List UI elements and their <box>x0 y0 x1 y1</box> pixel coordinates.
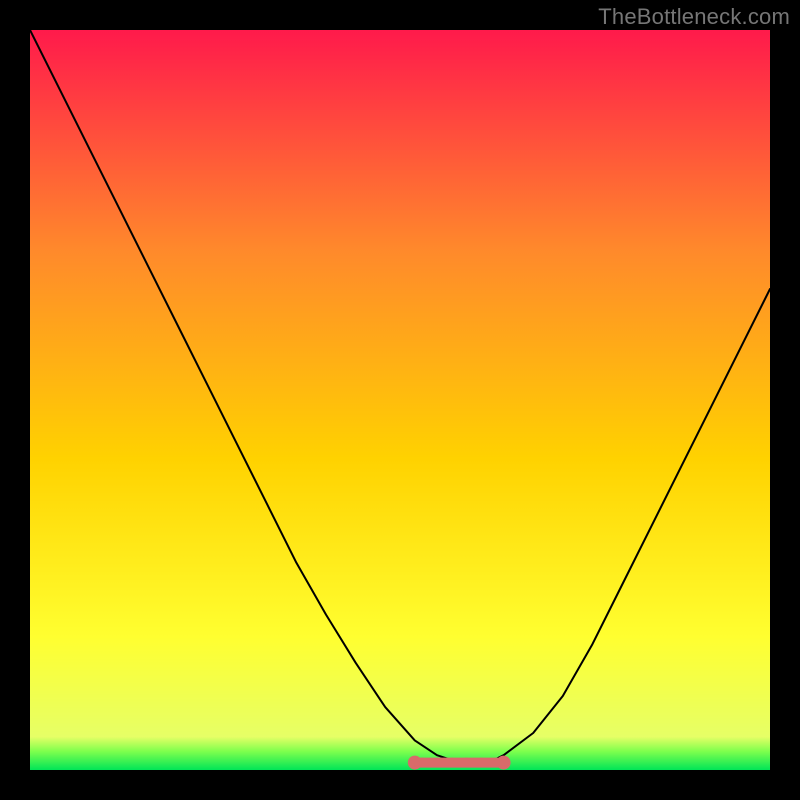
tail-dot <box>494 758 498 762</box>
tail-end-right <box>497 756 511 770</box>
plot-svg <box>30 30 770 770</box>
watermark-text: TheBottleneck.com <box>598 4 790 30</box>
tail-dot <box>465 758 469 762</box>
plot-background <box>30 30 770 770</box>
tail-dot <box>435 758 439 762</box>
tail-dot <box>420 758 424 762</box>
chart-frame: TheBottleneck.com <box>0 0 800 800</box>
tail-end-left <box>408 756 422 770</box>
bottleneck-plot <box>30 30 770 770</box>
tail-dot <box>479 758 483 762</box>
tail-dot <box>450 758 454 762</box>
